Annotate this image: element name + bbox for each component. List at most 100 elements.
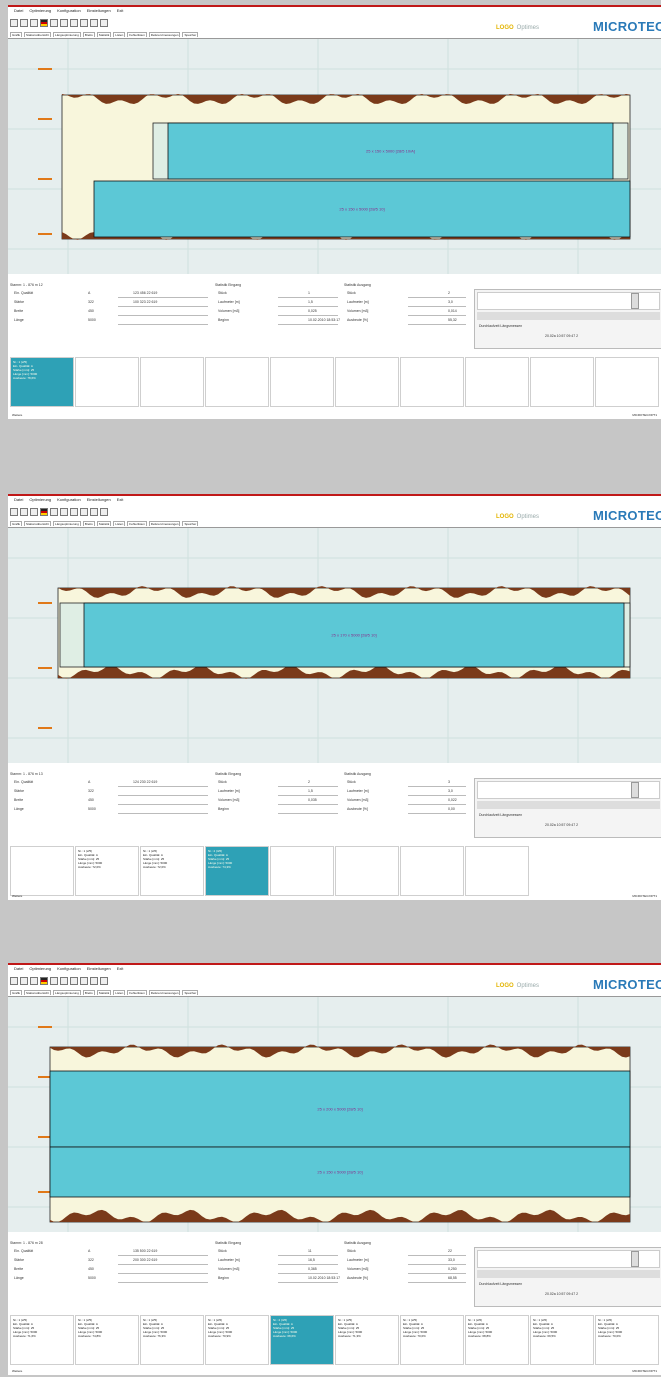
menu-item-2[interactable]: Konfiguration — [57, 496, 81, 504]
menu-item-0[interactable]: Datei — [14, 496, 23, 504]
board-card-3[interactable]: Nr.: 2 (3/6) Ein. Qualität: A Stärke [mm]:… — [205, 846, 269, 896]
tab-5[interactable]: Listen — [113, 990, 126, 995]
language-flag-icon[interactable] — [40, 977, 48, 985]
toolbar-button-6[interactable] — [70, 19, 78, 27]
tab-2[interactable]: Längsoptimierung — [53, 990, 81, 995]
toolbar-button-5[interactable] — [60, 19, 68, 27]
tab-7[interactable]: Referenzmessungen — [148, 32, 181, 37]
board-card-1[interactable] — [75, 357, 139, 407]
toolbar-button-6[interactable] — [70, 508, 78, 516]
board-card-7[interactable] — [465, 846, 529, 896]
tab-6[interactable]: Fehlerlisten — [127, 32, 147, 37]
toolbar-button-2[interactable] — [30, 508, 38, 516]
menu-item-3[interactable]: Einstellungen — [87, 7, 111, 15]
tab-0[interactable]: Grafik — [10, 990, 23, 995]
board-card-2[interactable]: Nr.: 1 (2/6) Ein. Qualität: A Stärke [mm]:… — [140, 846, 204, 896]
board-card-5[interactable]: Nr.: 1 (2/5) Ein. Qualität: A Stärke [mm]:… — [335, 1315, 399, 1365]
toolbar-button-8[interactable] — [90, 19, 98, 27]
scroll-thumb[interactable] — [631, 782, 639, 798]
tab-4[interactable]: Statistik — [96, 990, 112, 995]
toolbar-button-2[interactable] — [30, 977, 38, 985]
board-card-6[interactable] — [400, 357, 464, 407]
tab-7[interactable]: Referenzmessungen — [148, 521, 181, 526]
board-card-2[interactable] — [140, 357, 204, 407]
toolbar-button-0[interactable] — [10, 19, 18, 27]
tab-7[interactable]: Referenzmessungen — [148, 990, 181, 995]
menu-item-0[interactable]: Datei — [14, 7, 23, 15]
menu-item-4[interactable]: Exit — [117, 965, 124, 973]
tab-0[interactable]: Grafik — [10, 32, 23, 37]
language-flag-icon[interactable] — [40, 19, 48, 27]
toolbar-button-0[interactable] — [10, 977, 18, 985]
menu-item-2[interactable]: Konfiguration — [57, 7, 81, 15]
tab-4[interactable]: Statistik — [96, 521, 112, 526]
board-card-9[interactable] — [595, 357, 659, 407]
tab-6[interactable]: Fehlerlisten — [127, 521, 147, 526]
board-card-6[interactable] — [400, 846, 464, 896]
tab-5[interactable]: Listen — [113, 521, 126, 526]
tab-8[interactable]: Speicher — [182, 521, 199, 526]
tab-3[interactable]: Bretts — [82, 32, 95, 37]
toolbar-button-5[interactable] — [60, 977, 68, 985]
board-card-5[interactable] — [335, 357, 399, 407]
board-card-8[interactable]: Nr.: 1 (2/6) Ein. Qualität: A Stärke [mm]:… — [530, 1315, 594, 1365]
tab-1[interactable]: Stationsübersicht — [24, 521, 52, 526]
tab-2[interactable]: Längsoptimierung — [53, 521, 81, 526]
toolbar-button-6[interactable] — [70, 977, 78, 985]
board-card-4[interactable] — [270, 357, 334, 407]
scroll-thumb[interactable] — [631, 293, 639, 309]
board-card-0[interactable]: Nr.: 1 (2/5) Ein. Qualität: A Stärke [mm]:… — [10, 357, 74, 407]
tab-1[interactable]: Stationsübersicht — [24, 990, 52, 995]
board-card-5[interactable] — [335, 846, 399, 896]
toolbar-button-9[interactable] — [100, 508, 108, 516]
tab-4[interactable]: Statistik — [96, 32, 112, 37]
board-card-4[interactable] — [270, 846, 334, 896]
toolbar-button-9[interactable] — [100, 977, 108, 985]
toolbar-button-8[interactable] — [90, 508, 98, 516]
toolbar-button-7[interactable] — [80, 19, 88, 27]
menu-item-1[interactable]: Optimierung — [29, 7, 51, 15]
toolbar-button-4[interactable] — [50, 977, 58, 985]
board-card-1[interactable]: Nr.: 1 (2/5) Ein. Qualität: A Stärke [mm]:… — [75, 1315, 139, 1365]
menu-item-0[interactable]: Datei — [14, 965, 23, 973]
toolbar-button-0[interactable] — [10, 508, 18, 516]
board-card-3[interactable]: Nr.: 1 (2/6) Ein. Qualität: A Stärke [mm]:… — [205, 1315, 269, 1365]
tab-1[interactable]: Stationsübersicht — [24, 32, 52, 37]
board-card-1[interactable]: Nr.: 1 (2/5) Ein. Qualität: A Stärke [mm]:… — [75, 846, 139, 896]
language-flag-icon[interactable] — [40, 508, 48, 516]
toolbar-button-2[interactable] — [30, 19, 38, 27]
board-card-0[interactable]: Nr.: 1 (2/5) Ein. Qualität: A Stärke [mm]:… — [10, 1315, 74, 1365]
board-card-0[interactable] — [10, 846, 74, 896]
menu-item-3[interactable]: Einstellungen — [87, 965, 111, 973]
toolbar-button-1[interactable] — [20, 508, 28, 516]
board-card-6[interactable]: Nr.: 1 (2/5) Ein. Qualität: A Stärke [mm]:… — [400, 1315, 464, 1365]
board-card-2[interactable]: Nr.: 1 (2/5) Ein. Qualität: A Stärke [mm]:… — [140, 1315, 204, 1365]
tab-5[interactable]: Listen — [113, 32, 126, 37]
toolbar-button-5[interactable] — [60, 508, 68, 516]
menu-item-3[interactable]: Einstellungen — [87, 496, 111, 504]
tab-8[interactable]: Speicher — [182, 32, 199, 37]
menu-item-1[interactable]: Optimierung — [29, 965, 51, 973]
scroll-thumb[interactable] — [631, 1251, 639, 1267]
tab-2[interactable]: Längsoptimierung — [53, 32, 81, 37]
toolbar-button-7[interactable] — [80, 508, 88, 516]
tab-6[interactable]: Fehlerlisten — [127, 990, 147, 995]
tab-3[interactable]: Bretts — [82, 990, 95, 995]
toolbar-button-4[interactable] — [50, 19, 58, 27]
board-card-4[interactable]: Nr.: 2 (3/6) Ein. Qualität: A Stärke [mm]:… — [270, 1315, 334, 1365]
toolbar-button-1[interactable] — [20, 19, 28, 27]
toolbar-button-4[interactable] — [50, 508, 58, 516]
board-card-7[interactable]: Nr.: 1 (2/6) Ein. Qualität: A Stärke [mm]:… — [465, 1315, 529, 1365]
board-card-9[interactable]: Nr.: 1 (2/6) Ein. Qualität: A Stärke [mm]:… — [595, 1315, 659, 1365]
menu-item-4[interactable]: Exit — [117, 496, 124, 504]
toolbar-button-1[interactable] — [20, 977, 28, 985]
tab-8[interactable]: Speicher — [182, 990, 199, 995]
tab-3[interactable]: Bretts — [82, 521, 95, 526]
menu-item-4[interactable]: Exit — [117, 7, 124, 15]
board-card-8[interactable] — [530, 357, 594, 407]
board-card-3[interactable] — [205, 357, 269, 407]
toolbar-button-7[interactable] — [80, 977, 88, 985]
toolbar-button-8[interactable] — [90, 977, 98, 985]
board-card-7[interactable] — [465, 357, 529, 407]
menu-item-1[interactable]: Optimierung — [29, 496, 51, 504]
